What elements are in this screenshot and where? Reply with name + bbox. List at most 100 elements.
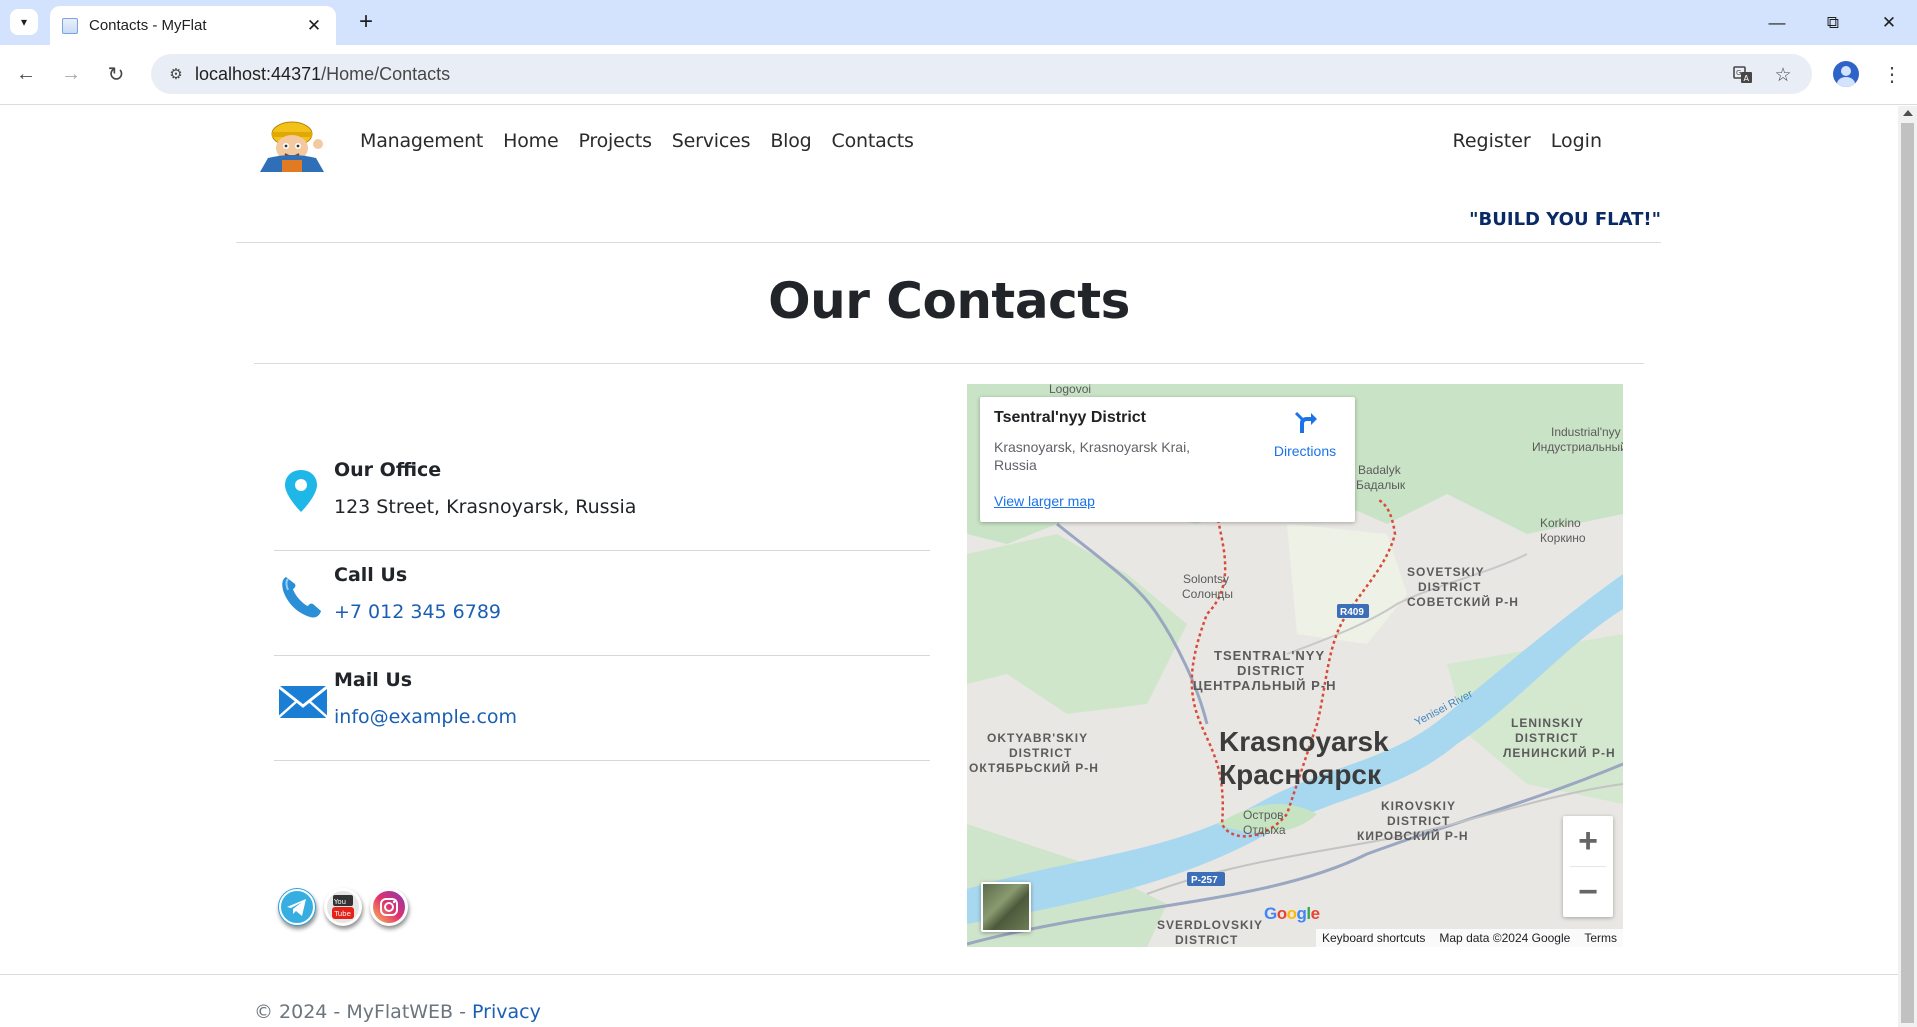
nav-services[interactable]: Services xyxy=(672,130,751,152)
restore-icon[interactable]: ⧉ xyxy=(1805,0,1861,45)
map-label: KIROVSKIY xyxy=(1381,799,1456,813)
contact-label: Mail Us xyxy=(334,669,413,691)
zoom-in-button[interactable]: + xyxy=(1563,816,1613,866)
address-bar[interactable]: ⚙ localhost:44371/Home/Contacts AG ☆ xyxy=(151,54,1812,94)
directions-icon xyxy=(1294,411,1317,433)
slogan: "BUILD YOU FLAT!" xyxy=(1469,209,1661,230)
map-label: DISTRICT xyxy=(1009,746,1072,760)
footer-divider xyxy=(0,974,1898,975)
tab-title: Contacts - MyFlat xyxy=(89,17,207,34)
instagram-icon[interactable] xyxy=(370,888,408,926)
site-logo[interactable] xyxy=(254,118,330,172)
main-menu: Management Home Projects Services Blog C… xyxy=(360,130,934,152)
youtube-icon[interactable]: You Tube xyxy=(324,888,362,926)
place-info-card: Tsentral'nyy District Krasnoyarsk, Krasn… xyxy=(980,397,1355,522)
map-label: Солонцы xyxy=(1182,587,1233,601)
scroll-up-arrow-icon[interactable] xyxy=(1903,110,1913,116)
page-scrollbar[interactable] xyxy=(1898,106,1917,1027)
place-address: Krasnoyarsk, Krasnoyarsk Krai, Russia xyxy=(994,439,1191,473)
telegram-icon[interactable] xyxy=(278,888,316,926)
email-link[interactable]: info@example.com xyxy=(334,706,517,728)
envelope-icon xyxy=(278,678,328,724)
privacy-link[interactable]: Privacy xyxy=(472,1001,541,1023)
scroll-thumb[interactable] xyxy=(1901,123,1914,1023)
login-link[interactable]: Login xyxy=(1551,130,1602,152)
contact-phone: Call Us +7 012 345 6789 xyxy=(274,551,930,656)
nav-blog[interactable]: Blog xyxy=(770,130,811,152)
browser-tab-bar: ▾ Contacts - MyFlat ✕ + — ⧉ ✕ xyxy=(0,0,1917,45)
keyboard-shortcuts-link[interactable]: Keyboard shortcuts xyxy=(1322,931,1425,945)
terms-link[interactable]: Terms xyxy=(1584,931,1617,945)
map-label: Badalyk xyxy=(1358,463,1402,477)
map-label: DISTRICT xyxy=(1515,731,1578,745)
register-link[interactable]: Register xyxy=(1453,130,1531,152)
browser-tab[interactable]: Contacts - MyFlat ✕ xyxy=(50,6,336,45)
directions-label: Directions xyxy=(1273,443,1337,459)
translate-icon[interactable]: AG xyxy=(1731,63,1755,87)
forward-arrow-icon[interactable]: → xyxy=(54,57,88,91)
site-settings-icon[interactable]: ⚙ xyxy=(166,64,186,84)
phone-link[interactable]: +7 012 345 6789 xyxy=(334,601,501,623)
map-label: Красноярск xyxy=(1219,759,1382,790)
directions-button[interactable]: Directions xyxy=(1265,409,1345,459)
title-divider xyxy=(254,363,1644,364)
map-data-credit: Map data ©2024 Google xyxy=(1439,931,1571,945)
new-tab-plus-icon[interactable]: + xyxy=(352,8,380,36)
page-favicon-icon xyxy=(62,17,78,34)
map-label: Logovoi xyxy=(1049,384,1091,396)
map-label: SVERDLOVSKIY xyxy=(1157,918,1263,932)
nav-home[interactable]: Home xyxy=(503,130,559,152)
contact-list: Our Office 123 Street, Krasnoyarsk, Russ… xyxy=(274,446,930,926)
map-attribution: Keyboard shortcuts Map data ©2024 Google… xyxy=(1316,929,1623,947)
tab-search-chevron-icon[interactable]: ▾ xyxy=(10,9,38,35)
google-map-embed[interactable]: Logovoi Industrial'nyy Индустриальный Ba… xyxy=(967,384,1623,947)
zoom-control: + − xyxy=(1563,816,1613,917)
contact-label: Call Us xyxy=(334,564,408,586)
map-label: Industrial'nyy xyxy=(1551,425,1621,439)
url-text[interactable]: localhost:44371/Home/Contacts xyxy=(195,64,450,85)
map-label: OKTYABR'SKIY xyxy=(987,731,1088,745)
bookmark-star-icon[interactable]: ☆ xyxy=(1771,63,1795,87)
back-arrow-icon[interactable]: ← xyxy=(9,57,43,91)
svg-text:Tube: Tube xyxy=(334,910,351,918)
copyright-text: © 2024 - MyFlatWEB - xyxy=(254,1001,473,1023)
minimize-icon[interactable]: — xyxy=(1749,0,1805,45)
auth-links: Register Login xyxy=(1433,130,1603,152)
zoom-out-button[interactable]: − xyxy=(1563,867,1613,917)
map-label: DISTRICT xyxy=(1237,663,1305,678)
map-label: ЦЕНТРАЛЬНЫЙ Р-Н xyxy=(1193,678,1337,693)
google-logo: Google xyxy=(1264,904,1320,923)
window-close-icon[interactable]: ✕ xyxy=(1861,0,1917,45)
reload-icon[interactable]: ↻ xyxy=(99,57,133,91)
map-label: ЛЕНИНСКИЙ Р-Н xyxy=(1503,745,1616,760)
contact-office: Our Office 123 Street, Krasnoyarsk, Russ… xyxy=(274,446,930,551)
map-label: DISTRICT xyxy=(1175,933,1238,947)
contact-mail: Mail Us info@example.com xyxy=(274,656,930,761)
browser-menu-icon[interactable]: ⋮ xyxy=(1875,57,1909,91)
map-label: СОВЕТСКИЙ Р-Н xyxy=(1407,594,1519,609)
map-label: КИРОВСКИЙ Р-Н xyxy=(1357,828,1469,843)
map-label: Korkino xyxy=(1540,516,1581,530)
map-label: Отдыха xyxy=(1243,823,1286,837)
nav-management[interactable]: Management xyxy=(360,130,483,152)
nav-projects[interactable]: Projects xyxy=(578,130,652,152)
view-larger-map-link[interactable]: View larger map xyxy=(994,493,1095,509)
map-label: TSENTRAL'NYY xyxy=(1214,648,1325,663)
place-title: Tsentral'nyy District xyxy=(994,409,1146,426)
tab-close-icon[interactable]: ✕ xyxy=(304,16,324,36)
nav-contacts[interactable]: Contacts xyxy=(832,130,914,152)
svg-text:A: A xyxy=(1744,74,1750,83)
map-label: R409 xyxy=(1340,607,1364,618)
browser-toolbar: ← → ↻ ⚙ localhost:44371/Home/Contacts AG… xyxy=(0,45,1917,105)
profile-avatar-icon[interactable] xyxy=(1829,57,1863,91)
map-label: DISTRICT xyxy=(1418,580,1481,594)
map-label: P-257 xyxy=(1191,875,1218,886)
map-label: Бадалык xyxy=(1356,478,1406,492)
satellite-layer-toggle[interactable] xyxy=(981,882,1031,932)
site-footer: © 2024 - MyFlatWEB - Privacy xyxy=(254,1001,541,1023)
map-label: Индустриальный xyxy=(1532,440,1623,454)
phone-icon xyxy=(278,573,324,619)
map-label: Остров xyxy=(1243,808,1284,822)
header-divider xyxy=(236,242,1661,243)
contact-label: Our Office xyxy=(334,459,442,481)
